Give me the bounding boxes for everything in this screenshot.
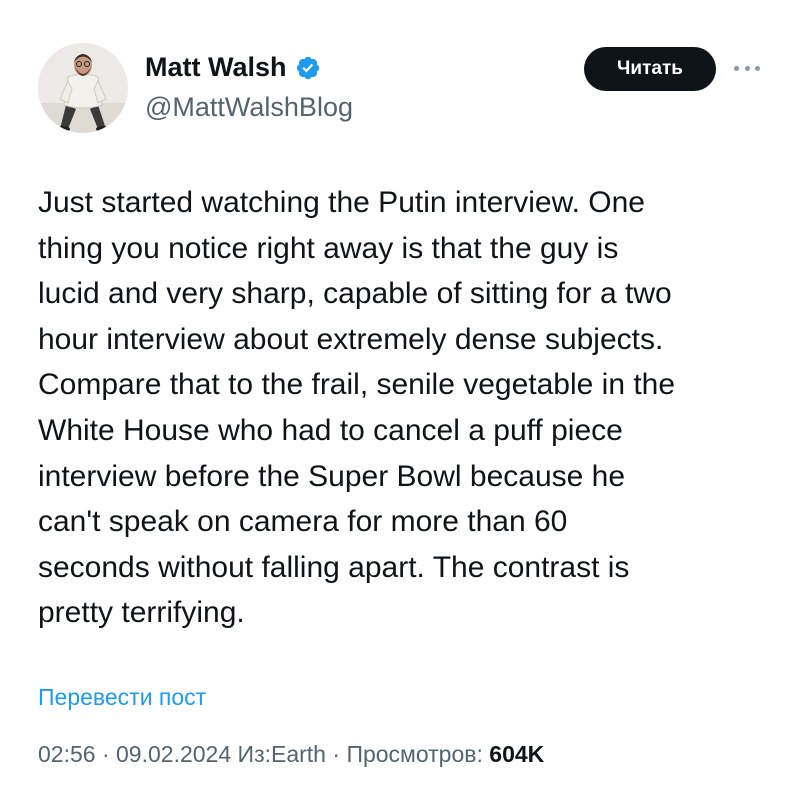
author-name-row[interactable]: Matt Walsh	[145, 52, 321, 83]
more-dot	[734, 65, 739, 71]
views-count[interactable]: 604K	[489, 741, 544, 767]
meta-separator: ·	[101, 741, 110, 767]
more-dot	[744, 65, 750, 71]
more-dot	[755, 65, 760, 71]
follow-button[interactable]: Читать	[584, 47, 716, 91]
avatar-photo	[38, 43, 128, 133]
more-horizontal-icon[interactable]	[734, 58, 760, 78]
avatar[interactable]	[38, 43, 128, 133]
views-label: Просмотров:	[346, 741, 483, 767]
author-handle[interactable]: @MattWalshBlog	[145, 92, 353, 123]
verified-badge-icon	[295, 55, 321, 81]
tweet-date[interactable]: 09.02.2024	[116, 741, 231, 767]
tweet-text: Just started watching the Putin intervie…	[38, 186, 676, 630]
tweet-card: Matt Walsh @MattWalshBlog Читать Just st…	[0, 0, 800, 793]
translate-post-link[interactable]: Перевести пост	[38, 684, 206, 711]
meta-separator: ·	[332, 741, 341, 767]
tweet-time[interactable]: 02:56	[38, 741, 96, 767]
tweet-meta: 02:56 · 09.02.2024 Из:Earth · Просмотров…	[38, 741, 544, 768]
author-display-name[interactable]: Matt Walsh	[145, 52, 287, 83]
tweet-location: Из:Earth	[237, 741, 326, 767]
